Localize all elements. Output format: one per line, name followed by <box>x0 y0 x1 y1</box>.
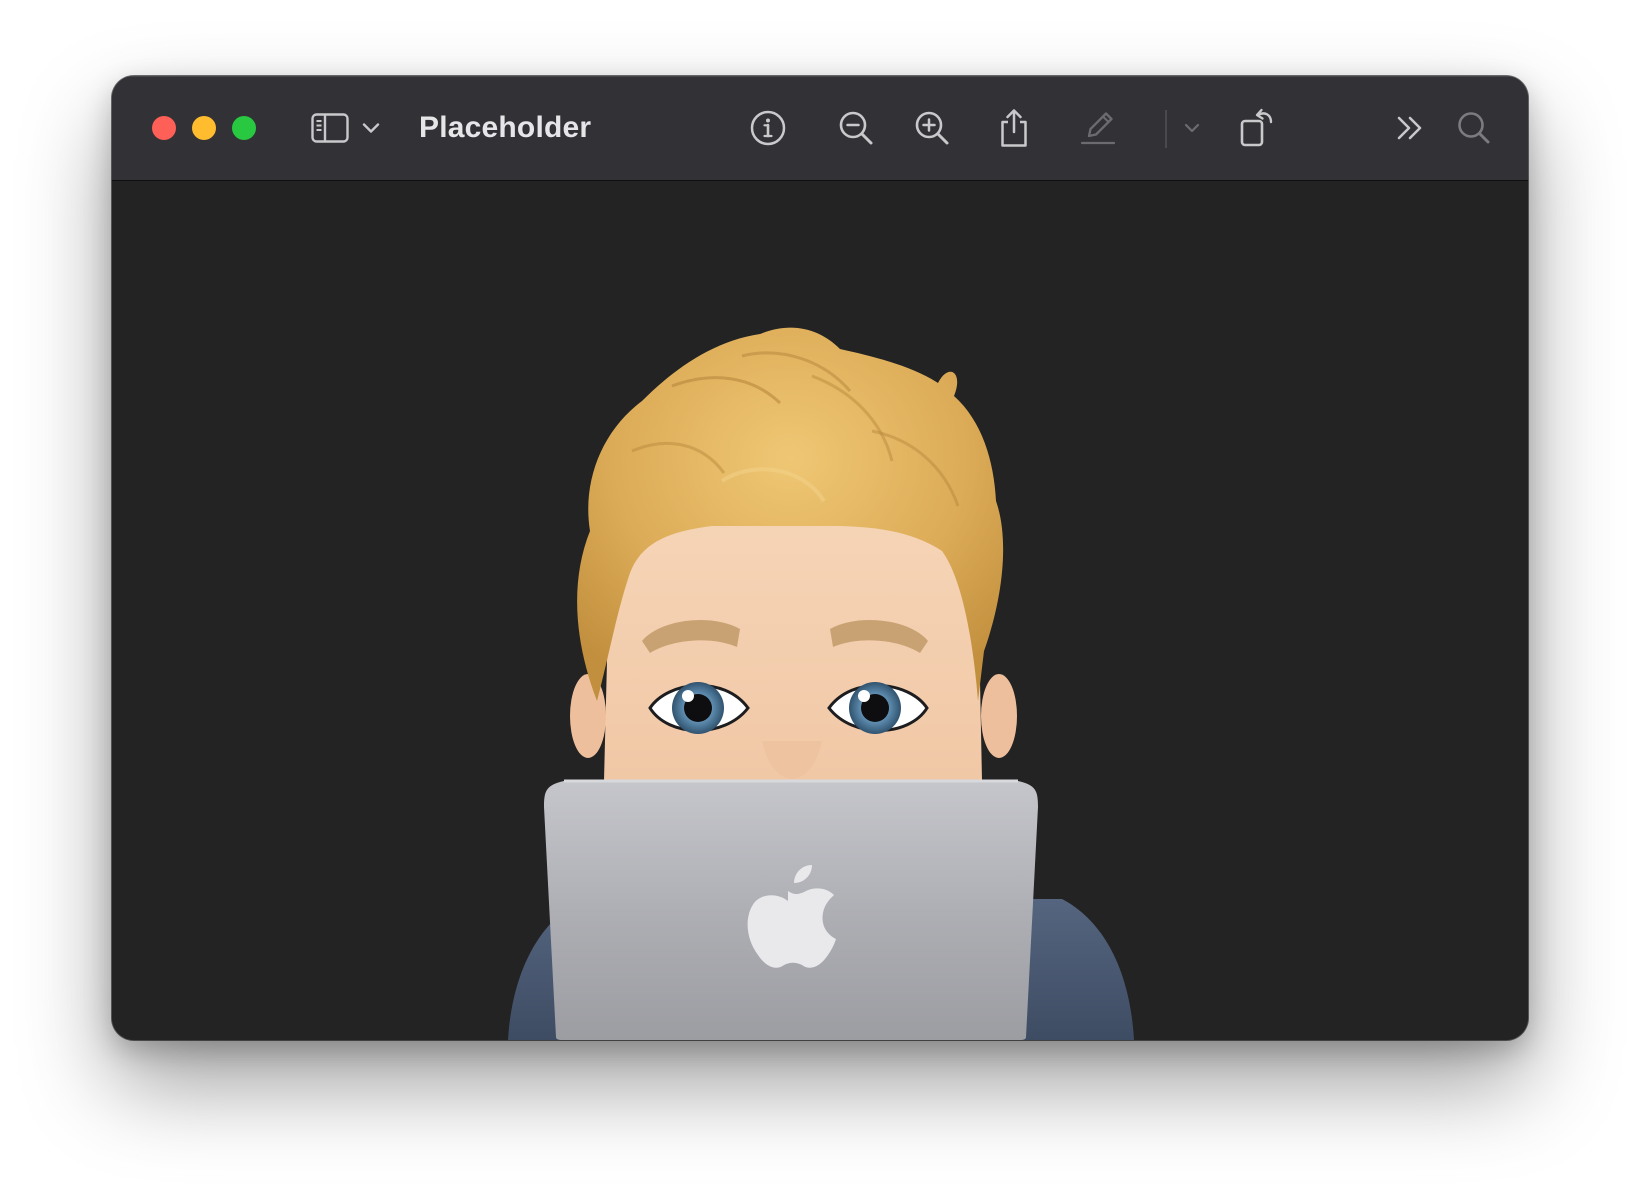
overflow-chevron-icon <box>1397 116 1422 140</box>
window-title: Placeholder <box>419 111 592 144</box>
search-button[interactable] <box>1456 104 1492 152</box>
info-icon <box>750 110 786 146</box>
memoji-image <box>508 327 1134 1040</box>
window-toolbar: Placeholder <box>112 76 1528 181</box>
preview-window: Placeholder <box>112 76 1528 1040</box>
markup-pen-icon <box>1080 112 1116 145</box>
maximize-button[interactable] <box>232 116 256 140</box>
minimize-button[interactable] <box>192 116 216 140</box>
zoom-in-button[interactable] <box>912 104 952 152</box>
zoom-in-icon <box>915 111 949 145</box>
info-button[interactable] <box>748 104 788 152</box>
toolbar-separator <box>1165 110 1167 148</box>
sidebar-toggle-button[interactable] <box>308 104 352 152</box>
rotate-icon <box>1240 108 1273 147</box>
search-icon <box>1458 112 1490 144</box>
sidebar-icon <box>311 113 349 143</box>
document-view <box>112 181 1528 1040</box>
rotate-button[interactable] <box>1236 104 1280 152</box>
share-button[interactable] <box>994 104 1034 152</box>
close-button[interactable] <box>152 116 176 140</box>
markup-options-button[interactable] <box>1182 104 1202 152</box>
share-icon <box>1001 109 1027 147</box>
markup-chevron-down-icon <box>1184 123 1200 133</box>
toolbar-overflow-button[interactable] <box>1394 104 1426 152</box>
apple-logo-icon <box>747 888 836 968</box>
zoom-out-icon <box>839 111 873 145</box>
chevron-down-icon <box>362 123 380 133</box>
markup-button[interactable] <box>1078 104 1118 152</box>
laptop <box>544 779 1038 1040</box>
zoom-out-button[interactable] <box>836 104 876 152</box>
sidebar-options-button[interactable] <box>360 104 382 152</box>
